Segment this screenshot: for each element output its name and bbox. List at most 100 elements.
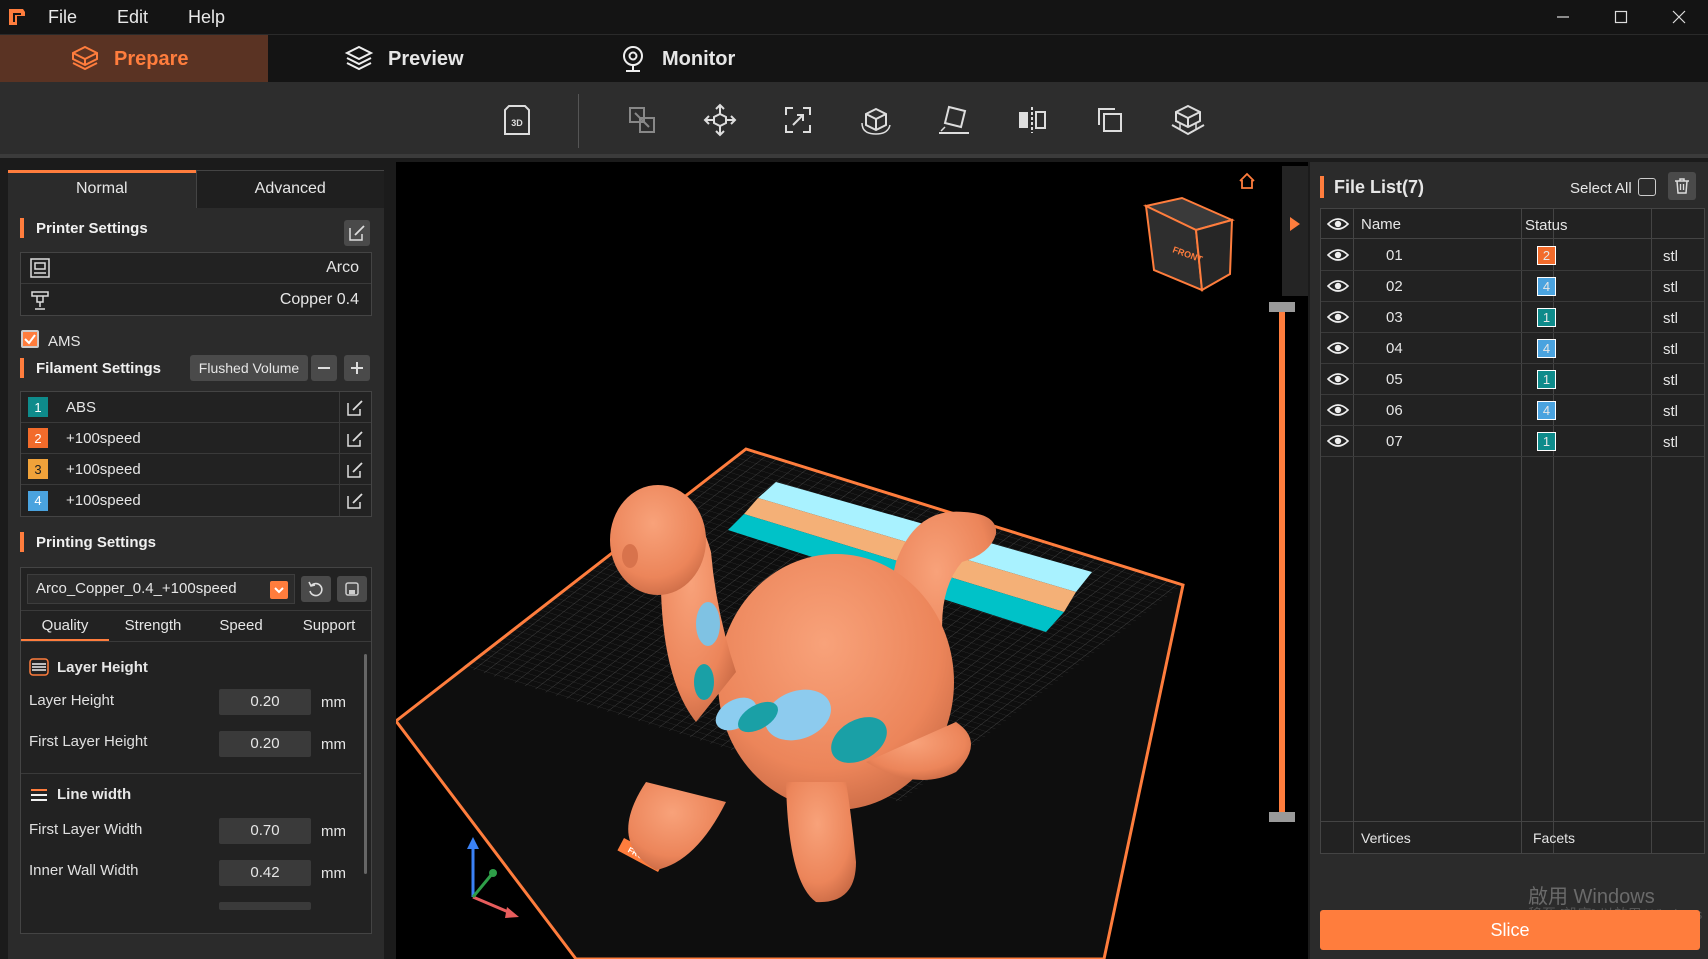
unit-label: mm: [321, 736, 346, 753]
home-view-icon[interactable]: [1239, 172, 1255, 189]
add-filament-button[interactable]: [344, 355, 370, 381]
ams-checkbox[interactable]: [21, 330, 39, 348]
tab-support[interactable]: Support: [285, 611, 371, 641]
delete-button[interactable]: [1668, 172, 1696, 200]
auto-layout-icon: [629, 107, 655, 133]
lay-flat-button[interactable]: [934, 100, 974, 140]
save-profile-button[interactable]: [337, 576, 367, 602]
nozzle-row[interactable]: Copper 0.4: [21, 284, 371, 315]
visibility-eye-icon[interactable]: [1327, 339, 1349, 357]
eye-icon[interactable]: [1327, 215, 1349, 233]
filament-row[interactable]: 1 ABS: [21, 392, 371, 423]
menu-file[interactable]: File: [48, 7, 77, 28]
section-accent-bar: [20, 358, 24, 378]
support-button[interactable]: [1168, 100, 1208, 140]
3d-view-icon: 3D: [504, 105, 530, 135]
layer-slider-top-handle[interactable]: [1269, 302, 1295, 312]
edit-printer-button[interactable]: [344, 220, 370, 246]
edit-filament-button[interactable]: [339, 454, 369, 485]
inner-wall-width-input[interactable]: 0.42: [219, 860, 311, 886]
file-type: stl: [1663, 341, 1678, 358]
3d-viewport[interactable]: FRONT: [396, 162, 1308, 959]
tab-strength[interactable]: Strength: [109, 611, 197, 641]
settings-sub-tabs: Quality Strength Speed Support: [21, 610, 371, 642]
move-button[interactable]: [700, 100, 740, 140]
close-button[interactable]: [1650, 0, 1708, 34]
tab-prepare[interactable]: Prepare: [0, 35, 268, 83]
file-name: 06: [1386, 402, 1403, 419]
layer-slider-bottom-handle[interactable]: [1269, 812, 1295, 822]
toolbar-separator: [578, 94, 579, 148]
layer-height-input[interactable]: 0.20: [219, 689, 311, 715]
remove-filament-button[interactable]: [311, 355, 337, 381]
tab-prepare-label: Prepare: [114, 47, 189, 70]
status-column-header[interactable]: Status: [1525, 217, 1568, 234]
name-column-header[interactable]: Name: [1361, 216, 1401, 233]
duplicate-icon: [1098, 108, 1122, 132]
slice-button[interactable]: Slice: [1320, 910, 1700, 950]
tab-advanced[interactable]: Advanced: [195, 170, 384, 208]
edit-icon: [346, 492, 363, 509]
tab-normal[interactable]: Normal: [8, 173, 196, 205]
visibility-eye-icon[interactable]: [1327, 277, 1349, 295]
edit-filament-button[interactable]: [339, 485, 369, 516]
menu-edit[interactable]: Edit: [117, 7, 148, 28]
tab-preview[interactable]: Preview: [344, 35, 544, 83]
flushed-volume-button[interactable]: Flushed Volume: [190, 355, 308, 381]
edit-filament-button[interactable]: [339, 423, 369, 454]
table-row[interactable]: 03 1 stl: [1321, 302, 1704, 333]
first-layer-height-input[interactable]: 0.20: [219, 731, 311, 757]
scale-icon: [785, 107, 811, 133]
filament-number: 1: [28, 397, 48, 417]
collapse-right-icon: [1290, 217, 1300, 231]
filament-row[interactable]: 3 +100speed: [21, 454, 371, 485]
minimize-button[interactable]: [1534, 0, 1592, 34]
scene: FRONT: [396, 172, 1255, 959]
filament-name: +100speed: [66, 429, 141, 447]
view-cube[interactable]: FRONT: [1142, 196, 1235, 292]
select-all-checkbox[interactable]: [1638, 178, 1656, 196]
monitor-icon: [623, 46, 643, 72]
section-accent-bar: [20, 532, 24, 552]
filament-row[interactable]: 2 +100speed: [21, 423, 371, 454]
auto-layout-button[interactable]: [622, 100, 662, 140]
menu-help[interactable]: Help: [188, 7, 225, 28]
reset-profile-button[interactable]: [301, 576, 331, 602]
edit-filament-button[interactable]: [339, 392, 369, 423]
mirror-button[interactable]: [1012, 100, 1052, 140]
visibility-eye-icon[interactable]: [1327, 432, 1349, 450]
mirror-icon: [1019, 107, 1046, 133]
profile-select[interactable]: Arco_Copper_0.4_+100speed: [27, 574, 295, 604]
collapse-right-panel[interactable]: [1282, 166, 1308, 296]
rotate-button[interactable]: [856, 100, 896, 140]
layer-slider[interactable]: [1269, 302, 1295, 822]
visibility-eye-icon[interactable]: [1327, 370, 1349, 388]
table-row[interactable]: 06 4 stl: [1321, 395, 1704, 426]
maximize-button[interactable]: [1592, 0, 1650, 34]
close-icon: [1672, 10, 1686, 24]
printer-row[interactable]: Arco: [21, 253, 371, 284]
table-row[interactable]: 02 4 stl: [1321, 271, 1704, 302]
filament-name: +100speed: [66, 460, 141, 478]
plus-icon: [351, 362, 363, 374]
table-row[interactable]: 05 1 stl: [1321, 364, 1704, 395]
settings-scrollbar[interactable]: [364, 654, 367, 874]
tab-monitor[interactable]: Monitor: [618, 35, 818, 83]
nozzle-icon: [29, 289, 51, 311]
tab-quality[interactable]: Quality: [21, 611, 109, 641]
scale-button[interactable]: [778, 100, 818, 140]
table-row[interactable]: 01 2 stl: [1321, 240, 1704, 271]
prepare-icon: [72, 45, 98, 71]
3d-view-button[interactable]: 3D: [496, 100, 536, 140]
visibility-eye-icon[interactable]: [1327, 246, 1349, 264]
table-row[interactable]: 04 4 stl: [1321, 333, 1704, 364]
tab-speed[interactable]: Speed: [197, 611, 285, 641]
visibility-eye-icon[interactable]: [1327, 308, 1349, 326]
table-row[interactable]: 07 1 stl: [1321, 426, 1704, 457]
first-layer-width-input[interactable]: 0.70: [219, 818, 311, 844]
filament-row[interactable]: 4 +100speed: [21, 485, 371, 516]
filament-list: 1 ABS 2 +100speed 3 +100speed 4 +100spee…: [20, 391, 372, 517]
printer-box: Arco Copper 0.4: [20, 252, 372, 316]
duplicate-button[interactable]: [1090, 100, 1130, 140]
visibility-eye-icon[interactable]: [1327, 401, 1349, 419]
